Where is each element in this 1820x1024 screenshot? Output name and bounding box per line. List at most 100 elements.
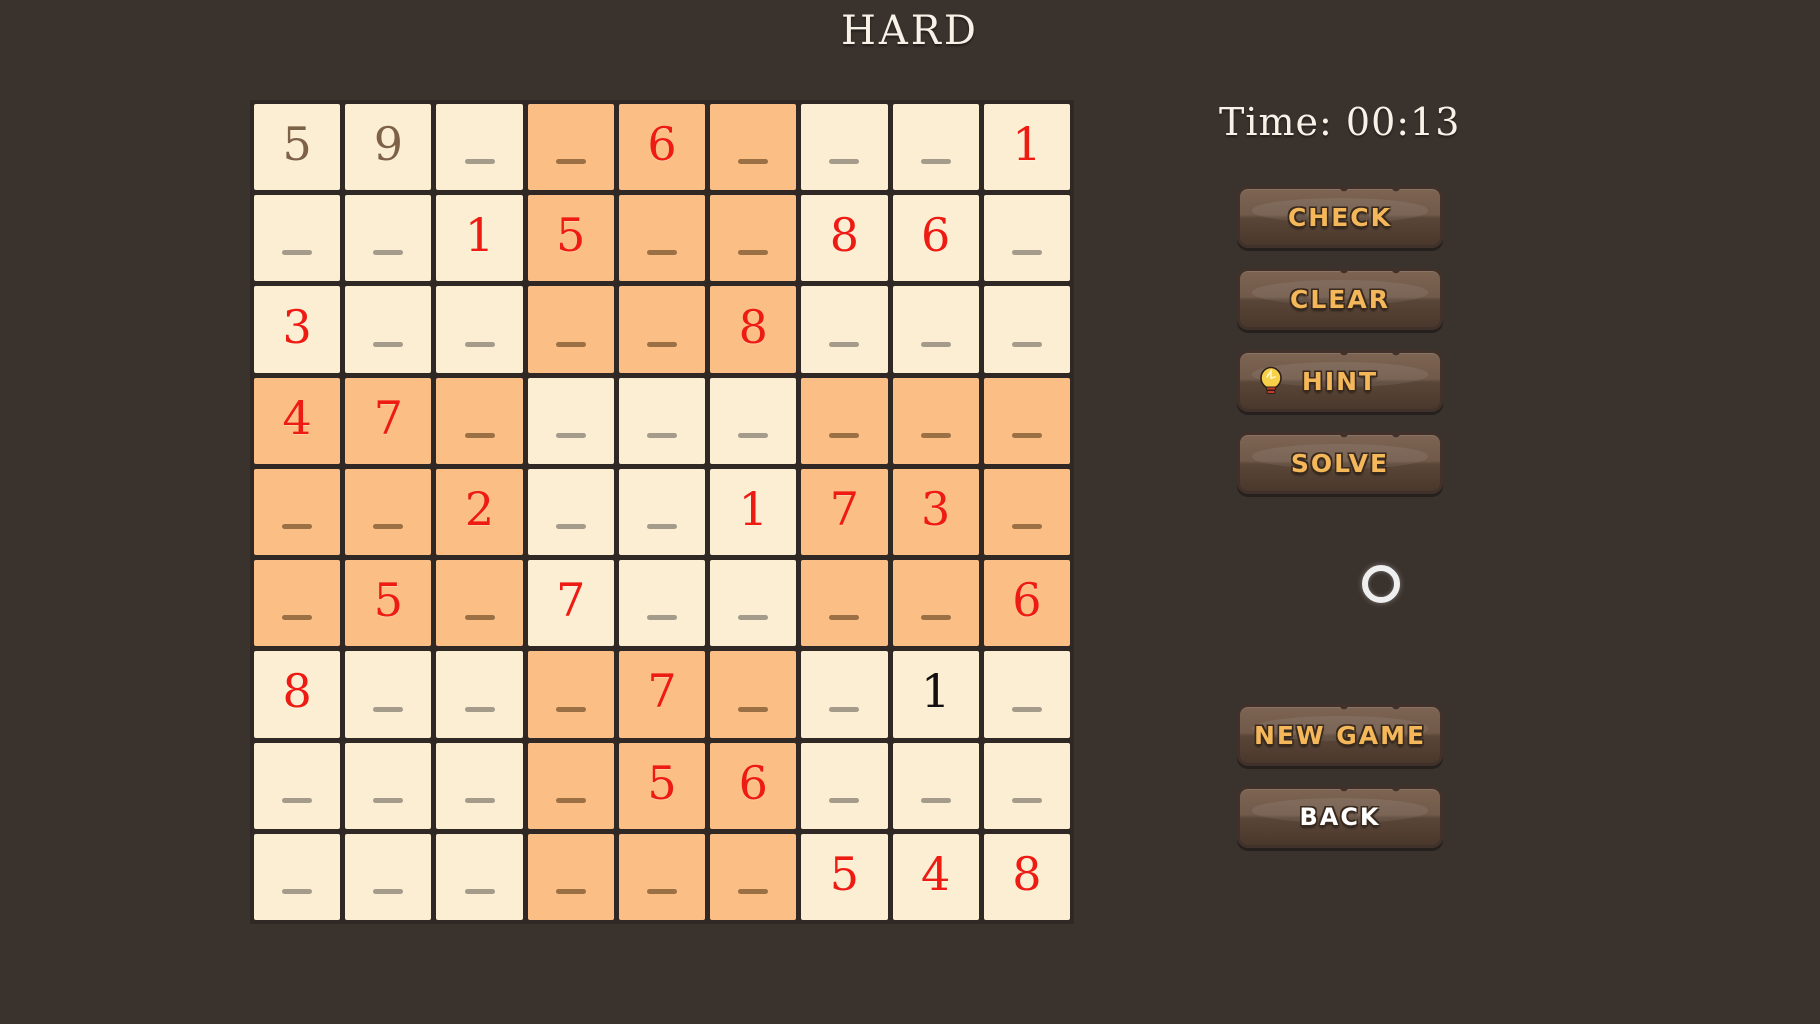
empty-cell-dash [829,615,860,621]
sudoku-board[interactable]: 5 9 6 1 1 5 8 6 3 8 4 7 2 1 7 3 5 7 6 8 7 1 5 6 5 4 8 [254,104,1070,920]
action-buttons-group: CHECK CLEAR HINT SOLVE [1215,186,1555,494]
sudoku-cell-r5c6[interactable]: 1 [710,468,797,556]
sudoku-cell-r5c8[interactable]: 3 [892,468,979,556]
empty-cell-dash [1011,524,1042,530]
sudoku-cell-r9c6[interactable] [710,833,797,920]
sudoku-cell-r8c7[interactable] [801,742,888,829]
empty-cell-dash [373,706,404,712]
sudoku-cell-r8c4[interactable] [527,742,614,829]
sudoku-cell-r4c4[interactable] [527,377,614,464]
sudoku-cell-r9c9[interactable]: 8 [983,833,1070,920]
sudoku-cell-r5c7[interactable]: 7 [801,468,888,556]
sudoku-cell-r2c1[interactable] [254,195,341,282]
hint-button[interactable]: HINT [1237,350,1443,412]
sudoku-cell-r3c9[interactable] [983,286,1070,373]
sudoku-cell-r9c7[interactable]: 5 [801,833,888,920]
sudoku-cell-r1c5[interactable]: 6 [618,104,706,191]
empty-cell-dash [1011,432,1042,438]
sudoku-cell-r2c8[interactable]: 6 [892,195,979,282]
sudoku-board-container: 5 9 6 1 1 5 8 6 3 8 4 7 2 1 7 3 5 7 6 8 7 1 5 6 5 4 8 [250,100,1074,924]
sudoku-cell-r2c4[interactable]: 5 [527,195,614,282]
sudoku-cell-r8c9[interactable] [983,742,1070,829]
sudoku-cell-r4c2[interactable]: 7 [345,377,432,464]
sudoku-cell-r3c3[interactable] [436,286,523,373]
sudoku-cell-r6c1[interactable] [254,560,341,647]
sudoku-cell-r9c2[interactable] [345,833,432,920]
sudoku-cell-r9c4[interactable] [527,833,614,920]
sudoku-cell-r5c3[interactable]: 2 [436,468,523,556]
lightbulb-glyph [1260,366,1282,395]
sudoku-cell-r6c7[interactable] [801,560,888,647]
sudoku-cell-r5c9[interactable] [983,468,1070,556]
solve-button[interactable]: SOLVE [1237,432,1443,494]
sudoku-cell-r9c5[interactable] [618,833,706,920]
sudoku-cell-r3c6[interactable]: 8 [710,286,797,373]
sudoku-cell-r7c2[interactable] [345,651,432,738]
sudoku-cell-r3c7[interactable] [801,286,888,373]
sudoku-cell-r6c6[interactable] [710,560,797,647]
sudoku-cell-r7c9[interactable] [983,651,1070,738]
sudoku-cell-r1c9[interactable]: 1 [983,104,1070,191]
sudoku-cell-r2c3[interactable]: 1 [436,195,523,282]
check-button[interactable]: CHECK [1237,186,1443,248]
sudoku-cell-r6c3[interactable] [436,560,523,647]
empty-cell-dash [920,432,951,438]
sudoku-cell-r5c1[interactable] [254,468,341,556]
sudoku-cell-r5c2[interactable] [345,468,432,556]
sudoku-cell-r5c4[interactable] [527,468,614,556]
clear-button[interactable]: CLEAR [1237,268,1443,330]
sudoku-cell-r4c6[interactable] [710,377,797,464]
sudoku-cell-r7c8[interactable]: 1 [892,651,979,738]
sudoku-cell-r2c7[interactable]: 8 [801,195,888,282]
sudoku-cell-r1c8[interactable] [892,104,979,191]
sudoku-cell-r7c3[interactable] [436,651,523,738]
sudoku-cell-r3c8[interactable] [892,286,979,373]
sudoku-cell-r7c5[interactable]: 7 [618,651,706,738]
sudoku-cell-r6c8[interactable] [892,560,979,647]
sudoku-cell-r4c3[interactable] [436,377,523,464]
sudoku-cell-r5c5[interactable] [618,468,706,556]
sudoku-cell-r4c1[interactable]: 4 [254,377,341,464]
sudoku-cell-r3c1[interactable]: 3 [254,286,341,373]
new-game-button[interactable]: NEW GAME [1237,704,1443,766]
sudoku-cell-r1c4[interactable] [527,104,614,191]
sudoku-cell-r1c1[interactable]: 5 [254,104,341,191]
sudoku-cell-r9c8[interactable]: 4 [892,833,979,920]
sudoku-cell-r2c6[interactable] [710,195,797,282]
sudoku-cell-r6c9[interactable]: 6 [983,560,1070,647]
sudoku-cell-r8c6[interactable]: 6 [710,742,797,829]
sudoku-cell-r2c5[interactable] [618,195,706,282]
sudoku-cell-r7c6[interactable] [710,651,797,738]
sudoku-cell-r7c4[interactable] [527,651,614,738]
back-button[interactable]: BACK [1237,786,1443,848]
sudoku-cell-r1c2[interactable]: 9 [345,104,432,191]
sudoku-cell-r4c8[interactable] [892,377,979,464]
sudoku-cell-r4c5[interactable] [618,377,706,464]
sudoku-cell-r1c6[interactable] [710,104,797,191]
empty-cell-dash [646,524,677,530]
sudoku-cell-r9c3[interactable] [436,833,523,920]
sudoku-cell-r1c7[interactable] [801,104,888,191]
empty-cell-dash [920,615,951,621]
sudoku-cell-r3c4[interactable] [527,286,614,373]
sudoku-cell-r8c1[interactable] [254,742,341,829]
sudoku-cell-r8c5[interactable]: 5 [618,742,706,829]
sudoku-cell-r3c5[interactable] [618,286,706,373]
sudoku-cell-r7c1[interactable]: 8 [254,651,341,738]
sudoku-cell-r4c7[interactable] [801,377,888,464]
spinner-container [1215,514,1555,654]
empty-cell-dash [464,159,495,165]
sudoku-cell-r1c3[interactable] [436,104,523,191]
sudoku-cell-r8c2[interactable] [345,742,432,829]
sudoku-cell-r6c4[interactable]: 7 [527,560,614,647]
sudoku-cell-r2c2[interactable] [345,195,432,282]
sudoku-cell-r2c9[interactable] [983,195,1070,282]
sudoku-cell-r7c7[interactable] [801,651,888,738]
sudoku-cell-r9c1[interactable] [254,833,341,920]
sudoku-cell-r8c3[interactable] [436,742,523,829]
sudoku-cell-r4c9[interactable] [983,377,1070,464]
sudoku-cell-r3c2[interactable] [345,286,432,373]
sudoku-cell-r6c2[interactable]: 5 [345,560,432,647]
sudoku-cell-r6c5[interactable] [618,560,706,647]
sudoku-cell-r8c8[interactable] [892,742,979,829]
